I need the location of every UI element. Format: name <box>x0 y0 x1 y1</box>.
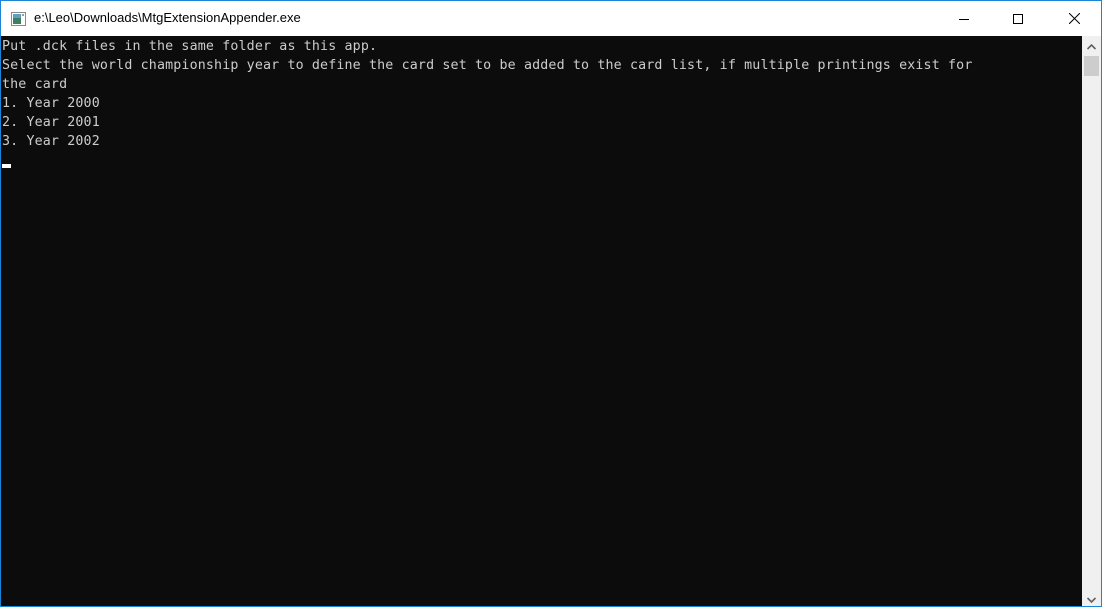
vertical-scrollbar[interactable] <box>1082 36 1101 606</box>
close-button[interactable] <box>1051 1 1097 36</box>
scroll-thumb[interactable] <box>1084 56 1099 76</box>
chevron-down-icon <box>1086 588 1097 607</box>
maximize-button[interactable] <box>995 1 1041 36</box>
maximize-icon <box>1013 9 1023 28</box>
console-window: e:\Leo\Downloads\MtgExtensionAppender.ex… <box>0 0 1102 607</box>
chevron-up-icon <box>1086 35 1097 54</box>
scroll-down-button[interactable] <box>1082 589 1101 606</box>
minimize-icon <box>959 9 969 28</box>
console-line: the card <box>2 77 68 92</box>
scroll-up-button[interactable] <box>1082 36 1101 53</box>
console-line: 3. Year 2002 <box>2 134 100 149</box>
console-text: Put .dck files in the same folder as thi… <box>2 37 973 151</box>
title-bar[interactable]: e:\Leo\Downloads\MtgExtensionAppender.ex… <box>1 1 1101 36</box>
minimize-button[interactable] <box>941 1 987 36</box>
text-cursor <box>2 164 11 168</box>
close-icon <box>1068 9 1080 28</box>
console-line: 1. Year 2000 <box>2 96 100 111</box>
console-app-icon <box>11 11 26 26</box>
console-line: Select the world championship year to de… <box>2 58 973 73</box>
console-output[interactable]: Put .dck files in the same folder as thi… <box>1 36 1082 606</box>
console-line: 2. Year 2001 <box>2 115 100 130</box>
window-title: e:\Leo\Downloads\MtgExtensionAppender.ex… <box>34 10 301 25</box>
console-line: Put .dck files in the same folder as thi… <box>2 39 378 54</box>
